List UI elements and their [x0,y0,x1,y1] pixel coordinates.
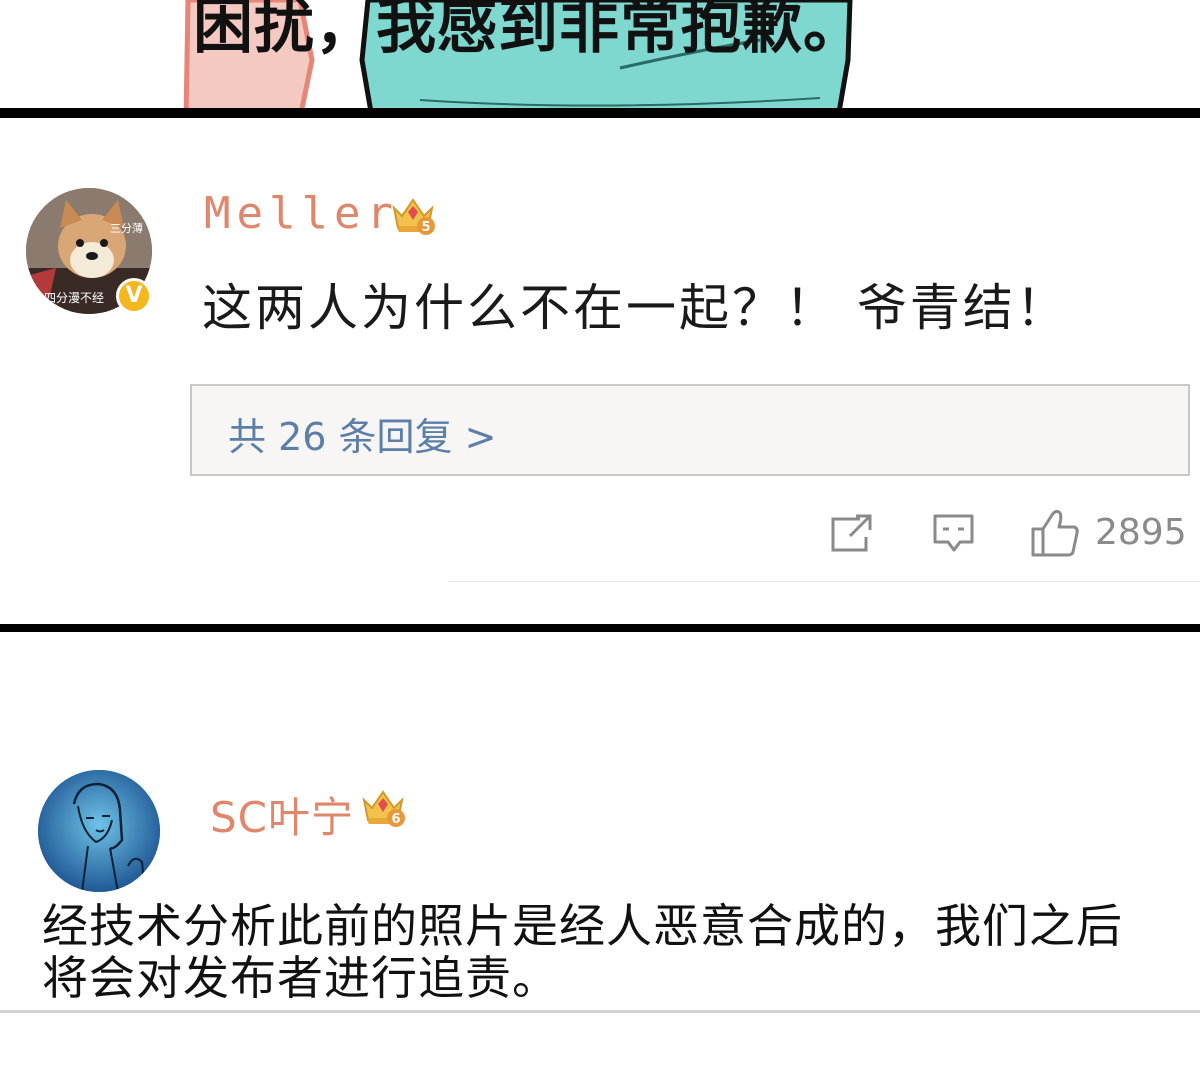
avatar[interactable] [38,770,160,892]
replies-link[interactable]: 共 26 条回复 > [228,406,496,461]
like-count: 2895 [1095,512,1187,553]
comment-card: SC叶宁 6 经技术分析此前的照片是经人恶意合成的，我们之后将会对发布者进行追责… [0,632,1200,1080]
comic-caption: 困扰，我感到非常抱歉。 [193,0,864,62]
comment-text: 这两人为什么不在一起？！ 爷青结！ [202,279,1069,337]
username[interactable]: SC叶宁 [210,784,354,845]
panel-border [0,108,1200,118]
comment-icon[interactable] [932,513,976,553]
panel-border [0,624,1200,632]
vip-crown-icon: 6 [362,790,405,827]
like-icon[interactable] [1030,507,1080,559]
verified-badge-icon: V [116,278,152,314]
vip-crown-icon: 5 [392,198,435,235]
avatar-watermark-bottom: 四分漫不经 [44,291,104,305]
avatar-watermark-top: 三分薄 [110,221,143,235]
username[interactable]: Meller [204,188,399,239]
card-divider [448,581,1200,582]
comic-top-panel: 困扰，我感到非常抱歉。 [0,0,1200,118]
replies-link-box[interactable]: 共 26 条回复 > [190,384,1190,476]
comment-card: 三分薄 四分漫不经 V Meller 5 这两人为什么不在一起？！ 爷青结！ 共… [0,118,1200,624]
vip-level-number: 6 [391,812,400,827]
comment-text: 经技术分析此前的照片是经人恶意合成的，我们之后将会对发布者进行追责。 [42,899,1123,1005]
share-icon[interactable] [830,513,874,553]
bottom-divider [0,1010,1200,1013]
comment-actions: 2895 [0,509,1200,563]
sketch-portrait-icon [38,770,160,892]
vip-level-number: 5 [421,220,430,235]
